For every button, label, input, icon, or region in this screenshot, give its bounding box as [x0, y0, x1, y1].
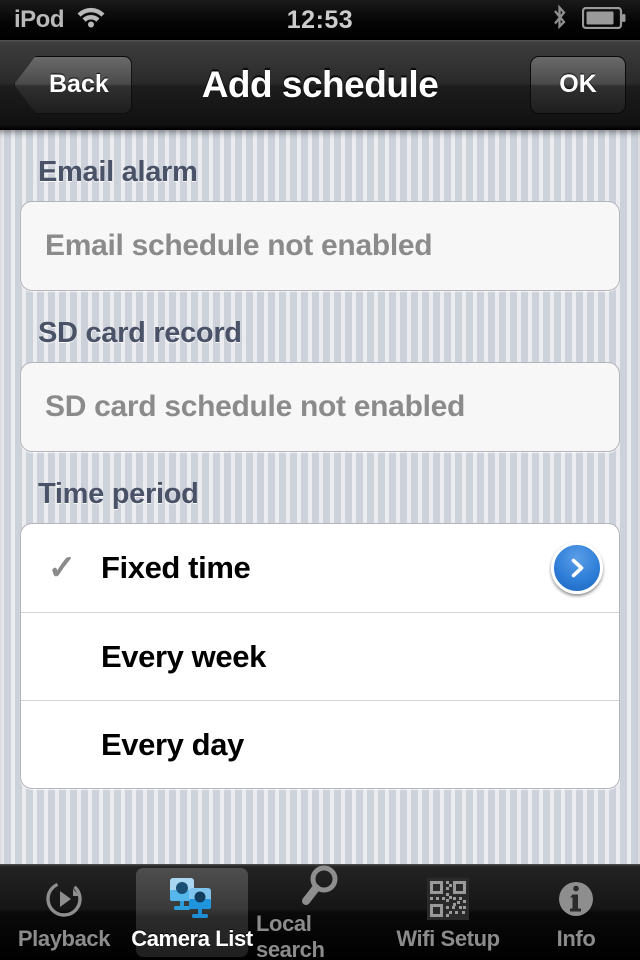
- tab-bar: Playback Camera List Local search Wifi S…: [0, 864, 640, 960]
- tab-camera-list[interactable]: Camera List: [128, 865, 256, 960]
- tab-camera-list-label: Camera List: [131, 925, 253, 951]
- email-alarm-status: Email schedule not enabled: [45, 229, 433, 262]
- status-bar-clock: 12:53: [286, 5, 354, 34]
- time-period-list: ✓ Fixed time ✓ Every week ✓ Every day: [20, 523, 620, 789]
- tab-info-label: Info: [556, 925, 596, 951]
- status-bar: iPod 12:53: [0, 0, 640, 40]
- back-button[interactable]: Back: [14, 55, 132, 114]
- settings-content: Email alarm Email schedule not enabled S…: [0, 130, 640, 864]
- tab-playback-label: Playback: [17, 925, 111, 951]
- ok-button[interactable]: OK: [530, 55, 626, 114]
- list-item-label: Fixed time: [101, 550, 251, 585]
- camera-list-icon: [166, 874, 218, 924]
- tab-playback[interactable]: Playback: [0, 865, 128, 960]
- list-item[interactable]: ✓ Every week: [21, 612, 619, 700]
- back-button-label: Back: [49, 70, 109, 98]
- tab-wifi-setup[interactable]: Wifi Setup: [384, 865, 512, 960]
- email-alarm-panel[interactable]: Email schedule not enabled: [20, 201, 620, 291]
- tab-local-search[interactable]: Local search: [256, 865, 384, 960]
- playback-icon: [38, 874, 90, 924]
- section-header-email-alarm: Email alarm: [38, 156, 198, 188]
- sd-card-record-status: SD card schedule not enabled: [45, 390, 466, 423]
- search-icon: [294, 863, 346, 909]
- list-item[interactable]: ✓ Every day: [21, 700, 619, 788]
- navigation-bar: Back Add schedule OK: [0, 40, 640, 130]
- qr-code-icon: [422, 874, 474, 924]
- ok-button-label: OK: [559, 70, 597, 98]
- info-icon: [550, 874, 602, 924]
- list-item-label: Every day: [101, 726, 244, 762]
- list-item-label: Every week: [101, 638, 266, 674]
- tab-wifi-setup-label: Wifi Setup: [396, 925, 500, 951]
- tab-info[interactable]: Info: [512, 865, 640, 960]
- checkmark-icon: ✓: [47, 549, 77, 587]
- chevron-right-icon[interactable]: [551, 542, 603, 594]
- sd-card-record-panel[interactable]: SD card schedule not enabled: [20, 362, 620, 452]
- list-item[interactable]: ✓ Fixed time: [21, 524, 619, 612]
- tab-local-search-label: Local search: [256, 910, 325, 960]
- section-header-time-period: Time period: [38, 478, 199, 510]
- section-header-sd-card-record: SD card record: [38, 317, 242, 349]
